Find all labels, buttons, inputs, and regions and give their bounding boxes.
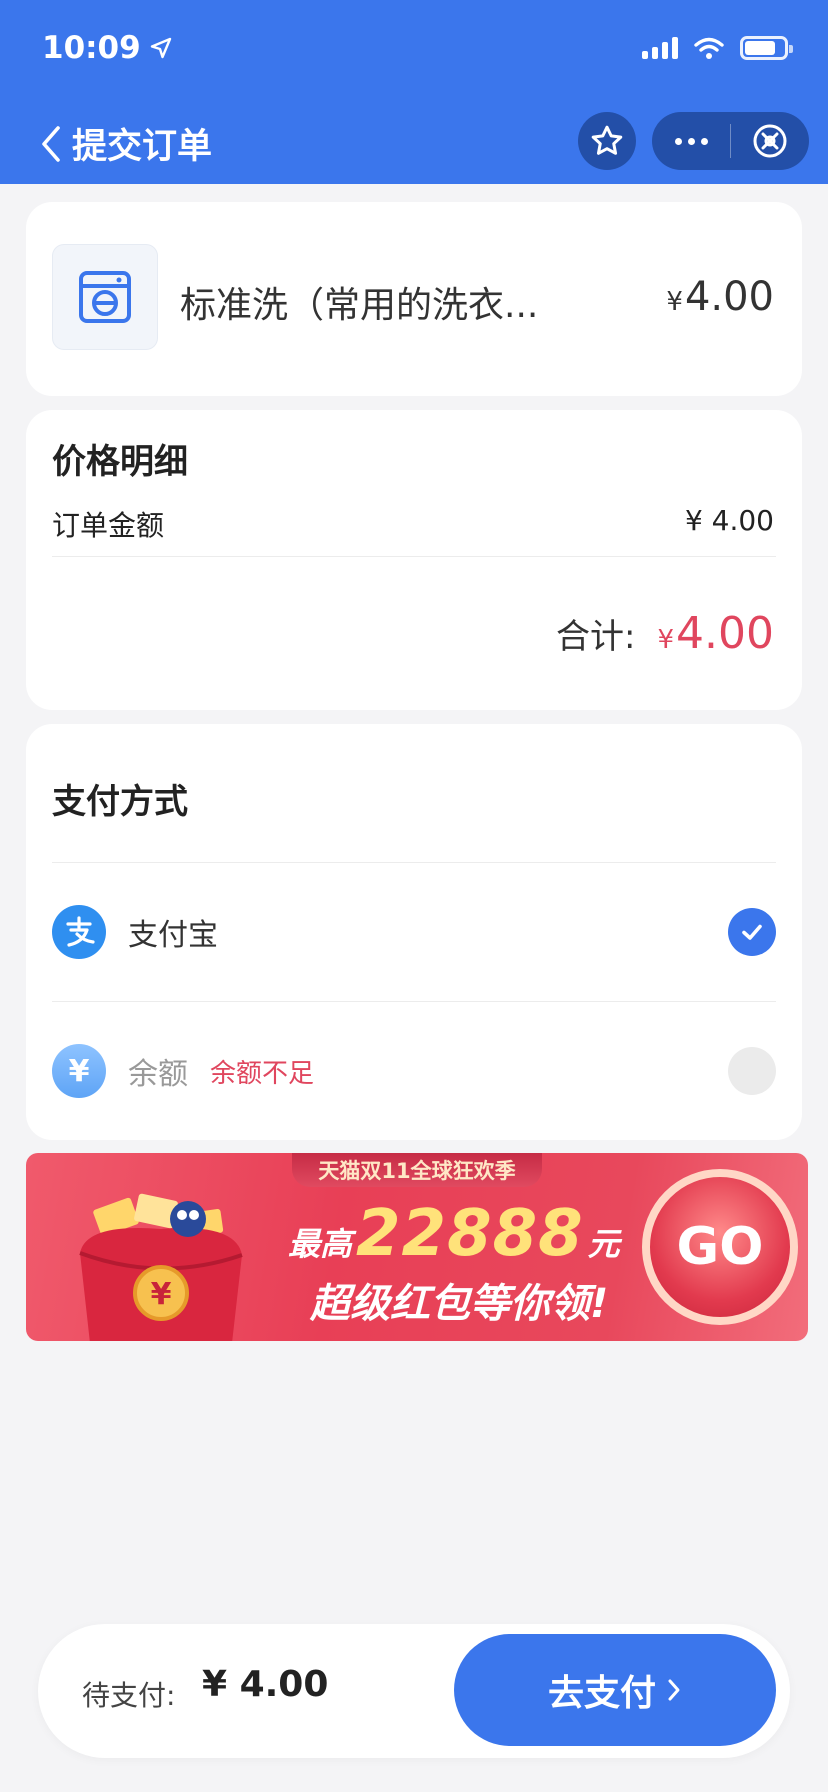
mini-program-capsule <box>652 112 809 170</box>
insufficient-balance-warning: 余额不足 <box>210 1058 315 1089</box>
currency-symbol: ¥ <box>657 625 675 655</box>
red-envelope-image: ¥ <box>79 1193 243 1341</box>
total-price: ¥4.00 <box>657 608 774 659</box>
banner-headline: 最高 22888 元 <box>288 1197 620 1271</box>
status-time: 10:09 <box>42 30 173 66</box>
radio-checked[interactable] <box>728 908 776 956</box>
promo-banner[interactable]: ¥ 天猫双11全球狂欢季 最高 22888 元 超级红包等你领! GO <box>26 1153 808 1341</box>
alipay-icon <box>52 905 106 959</box>
close-circle-icon <box>753 124 787 158</box>
total-row: 合计: ¥4.00 <box>556 608 774 659</box>
battery-icon <box>740 36 793 60</box>
price-value: 4.00 <box>684 274 774 320</box>
bottom-pay-bar: 待支付: ¥ 4.00 去支付 <box>38 1624 790 1758</box>
total-label: 合计: <box>556 617 636 657</box>
payment-option-label: 余额 <box>128 1057 188 1092</box>
product-card: 标准洗（常用的洗衣... ¥4.00 <box>26 202 802 396</box>
more-dot-icon <box>687 137 695 145</box>
banner-amount: 22888 <box>356 1197 584 1271</box>
more-dot-icon <box>700 137 708 145</box>
close-button[interactable] <box>731 112 809 170</box>
chevron-right-icon <box>668 1679 680 1701</box>
back-button[interactable]: 提交订单 <box>38 118 212 169</box>
wifi-icon <box>694 37 724 59</box>
svg-text:¥: ¥ <box>151 1277 172 1312</box>
more-button[interactable] <box>652 112 730 170</box>
radio-unchecked[interactable] <box>728 1047 776 1095</box>
payment-method-title: 支付方式 <box>52 782 188 822</box>
cellular-signal-icon <box>642 37 678 59</box>
price-detail-card: 价格明细 订单金额 ¥ 4.00 合计: ¥4.00 <box>26 410 802 710</box>
go-pay-label: 去支付 <box>547 1673 656 1714</box>
yen-icon: ¥ <box>52 1044 106 1098</box>
banner-prefix: 最高 <box>288 1225 353 1263</box>
navigation-bar: 提交订单 <box>0 100 828 180</box>
order-amount-label: 订单金额 <box>52 509 165 542</box>
checkmark-icon <box>742 924 762 940</box>
total-value: 4.00 <box>676 608 774 659</box>
product-thumbnail <box>52 244 158 350</box>
payment-option-alipay[interactable]: 支付宝 <box>26 863 802 1001</box>
chevron-left-icon <box>42 125 60 162</box>
banner-tag: 天猫双11全球狂欢季 <box>292 1153 542 1187</box>
product-price: ¥4.00 <box>666 274 774 320</box>
payment-option-label: 支付宝 <box>128 918 218 953</box>
pending-payment-label: 待支付: <box>82 1679 176 1712</box>
divider <box>52 556 776 557</box>
status-icons <box>642 36 793 60</box>
banner-subline: 超级红包等你领! <box>310 1281 609 1327</box>
star-icon <box>591 125 623 155</box>
top-bar: 10:09 提交订单 <box>0 0 828 184</box>
time-text: 10:09 <box>42 30 141 66</box>
banner-suffix: 元 <box>587 1225 620 1263</box>
pending-payment-amount: ¥ 4.00 <box>202 1664 329 1705</box>
product-name: 标准洗（常用的洗衣... <box>180 285 539 326</box>
page-title: 提交订单 <box>72 127 213 167</box>
price-detail-title: 价格明细 <box>52 442 188 482</box>
payment-option-balance[interactable]: ¥ 余额 余额不足 <box>26 1002 802 1140</box>
go-pay-button[interactable]: 去支付 <box>454 1634 776 1746</box>
currency-symbol: ¥ <box>666 287 683 317</box>
location-arrow-icon <box>150 37 171 59</box>
order-amount-value: ¥ 4.00 <box>684 504 774 537</box>
more-dot-icon <box>674 137 682 145</box>
washing-machine-icon <box>79 271 131 323</box>
payment-method-card: 支付方式 支付宝 ¥ 余额 余额不足 <box>26 724 802 1140</box>
favorite-button[interactable] <box>578 112 636 170</box>
banner-go-button[interactable]: GO <box>642 1169 798 1325</box>
